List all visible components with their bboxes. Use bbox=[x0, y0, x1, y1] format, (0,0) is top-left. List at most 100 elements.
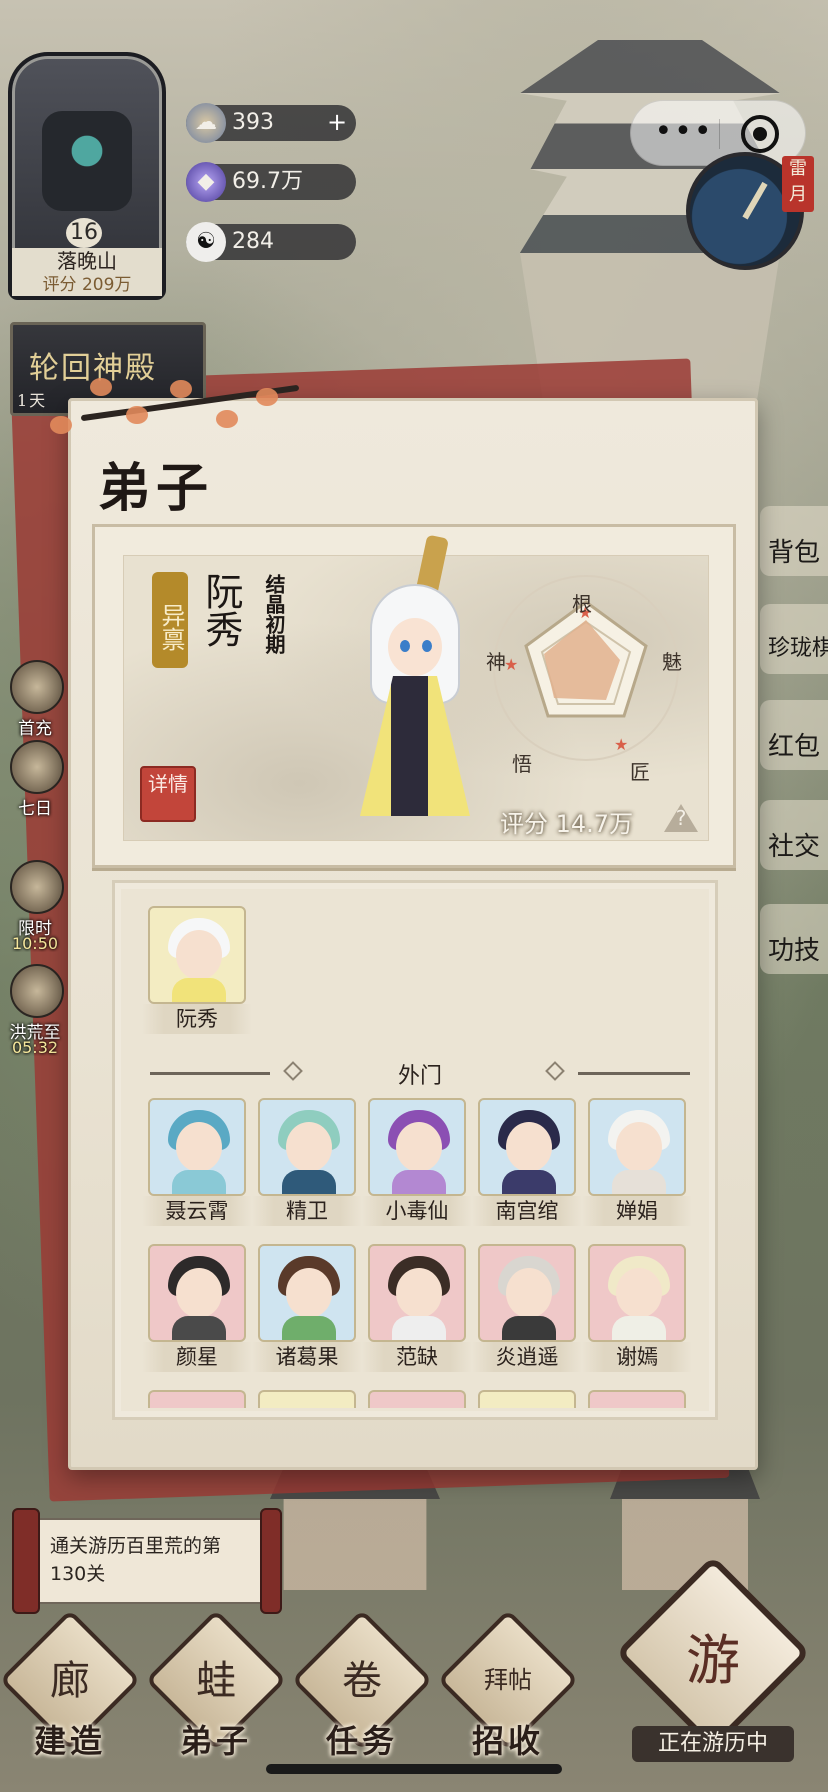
disciple-avatar bbox=[258, 1098, 356, 1196]
left-event-honghuang[interactable]: 洪荒至 05:32 bbox=[0, 964, 70, 1056]
event-label: 七日 bbox=[18, 799, 52, 819]
avatar-face bbox=[506, 1268, 552, 1318]
more-menu-button[interactable]: ••• bbox=[649, 113, 719, 151]
quest-scroll[interactable]: 通关游历百里荒的第130关 bbox=[12, 1508, 284, 1614]
disciple-avatar bbox=[368, 1098, 466, 1196]
close-mini-program-button[interactable] bbox=[741, 115, 779, 153]
eye bbox=[400, 640, 410, 652]
side-item-chess[interactable]: 珍珑棋局 bbox=[760, 604, 828, 674]
disciple-slot[interactable]: 南宫绾 bbox=[472, 1098, 582, 1226]
rarity-tag: 异禀 bbox=[152, 572, 188, 668]
avatar-face bbox=[616, 1268, 662, 1318]
disciple-slot[interactable]: 颜星 bbox=[142, 1244, 252, 1372]
disciple-avatar bbox=[148, 906, 246, 1004]
disciple-slot-name: 南宫绾 bbox=[472, 1196, 582, 1226]
side-item-social[interactable]: 社交 bbox=[760, 800, 828, 870]
radar-star-icon: ★ bbox=[614, 735, 628, 754]
sect-crest-icon bbox=[42, 111, 132, 211]
resource-spirit-stone: ◆ 69.7万 bbox=[186, 162, 356, 202]
spirit-stone-icon: ◆ bbox=[186, 162, 226, 202]
sect-level: 16 bbox=[66, 218, 102, 248]
disciple-avatar bbox=[588, 1098, 686, 1196]
eye bbox=[422, 640, 432, 652]
travel-button[interactable]: 游 正在游历中 bbox=[615, 1555, 811, 1772]
plum-branch-decoration bbox=[30, 370, 300, 450]
nav-label: 任务 bbox=[325, 1722, 398, 1760]
disciple-slot[interactable]: 炎逍遥 bbox=[472, 1244, 582, 1372]
disciple-slot-name: 婵娟 bbox=[582, 1196, 692, 1226]
disciple-slot[interactable]: 婵娟 bbox=[582, 1098, 692, 1226]
blossom bbox=[216, 410, 238, 428]
disciple-name: 阮秀 bbox=[199, 572, 243, 648]
disciple-seal-icon: 蛙 bbox=[196, 1658, 236, 1704]
event-icon bbox=[10, 660, 64, 714]
disciple-avatar bbox=[478, 1098, 576, 1196]
avatar-robe bbox=[502, 1170, 556, 1194]
disciple-slot-name: 阮秀 bbox=[142, 1004, 252, 1034]
left-event-first-recharge[interactable]: 首充 bbox=[0, 660, 70, 752]
blossom bbox=[90, 378, 112, 396]
section-header-outer-sect: 外门 bbox=[150, 1058, 690, 1089]
disciple-avatar bbox=[588, 1244, 686, 1342]
resource-value: 393 bbox=[232, 110, 274, 135]
attr-label-root: 根 bbox=[572, 592, 592, 616]
blossom bbox=[50, 416, 72, 434]
diamond-ornament-icon bbox=[545, 1061, 565, 1081]
disciple-slot-partial[interactable] bbox=[148, 1390, 246, 1408]
disciple-slot-name: 聂云霄 bbox=[142, 1196, 252, 1226]
disciple-avatar bbox=[148, 1244, 246, 1342]
sect-score: 评分 209万 bbox=[12, 274, 162, 296]
detail-button[interactable]: 详情 bbox=[140, 766, 196, 822]
avatar-face bbox=[176, 1268, 222, 1318]
nav-build-button[interactable]: 廊 建造 bbox=[0, 1609, 141, 1762]
task-scroll-icon: 卷 bbox=[342, 1658, 382, 1704]
attr-label-spirit: 神 bbox=[486, 650, 506, 674]
divider-line bbox=[578, 1072, 690, 1075]
disciple-slot[interactable]: 谢嫣 bbox=[582, 1244, 692, 1372]
disciple-slot-partial[interactable] bbox=[258, 1390, 356, 1408]
attr-label-charm: 魅 bbox=[662, 650, 682, 674]
disciple-slot-name: 颜星 bbox=[142, 1342, 252, 1372]
recruit-card-icon: 拜帖 bbox=[484, 1666, 532, 1694]
disciple-portrait[interactable] bbox=[344, 534, 486, 824]
diamond-ornament-icon bbox=[283, 1061, 303, 1081]
disciple-slot[interactable]: 范缺 bbox=[362, 1244, 472, 1372]
left-event-seven-day[interactable]: 七日 bbox=[0, 740, 70, 832]
face bbox=[388, 618, 442, 676]
side-item-red-packet[interactable]: 红包 bbox=[760, 700, 828, 770]
disciple-slot-partial[interactable] bbox=[478, 1390, 576, 1408]
event-label: 首充 bbox=[18, 719, 52, 739]
disciple-slot[interactable]: 聂云霄 bbox=[142, 1098, 252, 1226]
disciple-slot-name: 范缺 bbox=[362, 1342, 472, 1372]
nav-tasks-button[interactable]: 卷 任务 bbox=[291, 1609, 433, 1762]
disciple-realm: 结晶初期 bbox=[262, 574, 286, 654]
disciple-avatar bbox=[258, 1244, 356, 1342]
blossom bbox=[126, 406, 148, 424]
avatar-face bbox=[176, 930, 222, 980]
disciple-slot-partial[interactable] bbox=[368, 1390, 466, 1408]
leader-slot[interactable]: 阮秀 bbox=[142, 906, 252, 1034]
side-item-bag[interactable]: 背包 bbox=[760, 506, 828, 576]
side-item-skills[interactable]: 功技 bbox=[760, 904, 828, 974]
avatar-face bbox=[176, 1122, 222, 1172]
event-timer: 05:32 bbox=[11, 1038, 59, 1056]
add-resource-button[interactable]: + bbox=[324, 110, 350, 136]
mini-program-capsule: ••• bbox=[630, 100, 806, 166]
disciple-slot-partial[interactable] bbox=[588, 1390, 686, 1408]
yin-yang-icon: ☯ bbox=[186, 222, 226, 262]
nav-label: 招收 bbox=[471, 1722, 544, 1760]
travel-swirl-icon: 游 bbox=[686, 1629, 740, 1692]
avatar-face bbox=[616, 1122, 662, 1172]
nav-disciples-button[interactable]: 蛙 弟子 bbox=[145, 1609, 287, 1762]
disciple-score: 评分 14.7万 bbox=[500, 810, 634, 838]
panel-title: 弟子 bbox=[98, 458, 215, 519]
disciple-slot[interactable]: 小毒仙 bbox=[362, 1098, 472, 1226]
disciple-slot[interactable]: 精卫 bbox=[252, 1098, 362, 1226]
disciple-slot-name: 谢嫣 bbox=[582, 1342, 692, 1372]
scroll-rod bbox=[12, 1508, 40, 1614]
avatar-robe bbox=[172, 1316, 226, 1340]
disciple-slot[interactable]: 诸葛果 bbox=[252, 1244, 362, 1372]
nav-recruit-button[interactable]: 拜帖 招收 bbox=[437, 1609, 579, 1762]
left-event-limited[interactable]: 限时 10:50 bbox=[0, 860, 70, 952]
avatar-face bbox=[506, 1122, 552, 1172]
